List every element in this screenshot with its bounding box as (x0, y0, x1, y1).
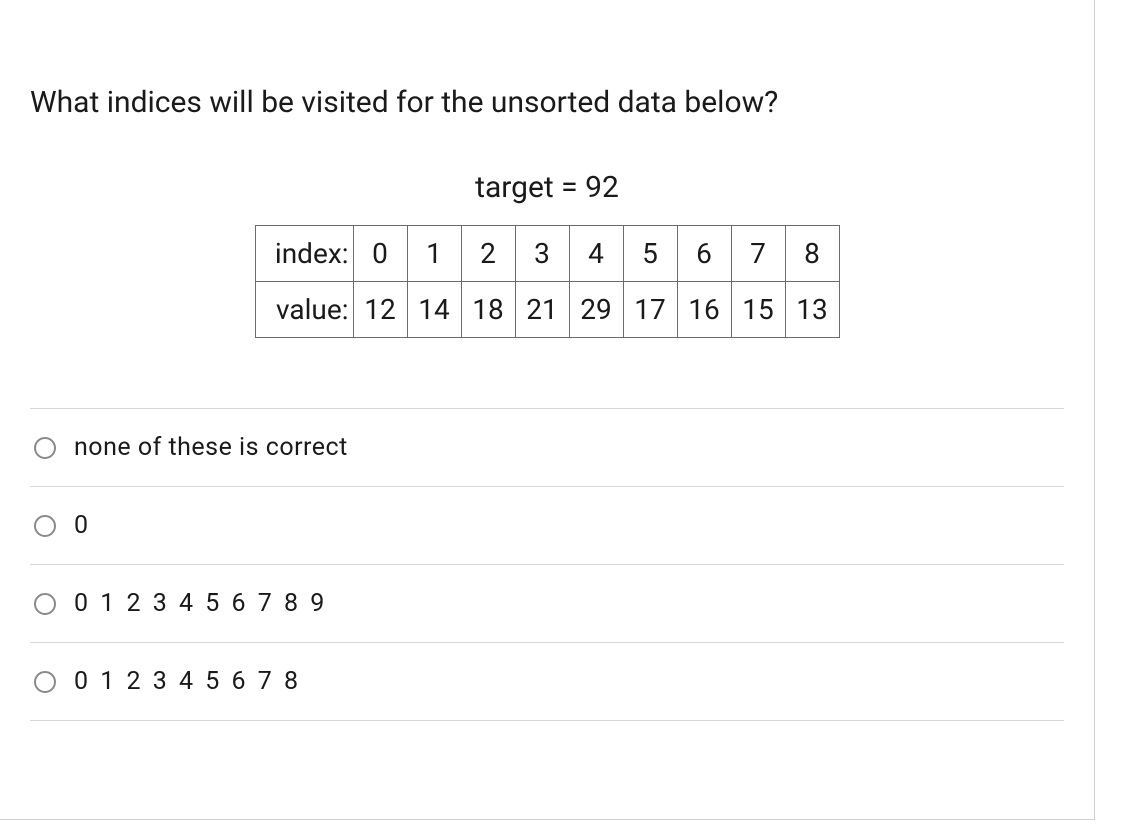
options-list: none of these is correct 0 0 1 2 3 4 5 6… (30, 408, 1064, 721)
index-cell: 1 (407, 226, 461, 282)
value-cell: 16 (677, 282, 731, 338)
value-cell: 29 (569, 282, 623, 338)
value-label: value: (255, 282, 353, 338)
index-cell: 7 (731, 226, 785, 282)
value-cell: 14 (407, 282, 461, 338)
option-1[interactable]: none of these is correct (30, 409, 1064, 487)
index-cell: 2 (461, 226, 515, 282)
option-4[interactable]: 0 1 2 3 4 5 6 7 8 (30, 643, 1064, 721)
target-text: target = 92 (30, 170, 1064, 205)
index-cell: 3 (515, 226, 569, 282)
index-cell: 5 (623, 226, 677, 282)
option-3[interactable]: 0 1 2 3 4 5 6 7 8 9 (30, 565, 1064, 643)
question-card: What indices will be visited for the uns… (0, 0, 1095, 820)
question-text: What indices will be visited for the uns… (30, 85, 1064, 120)
radio-icon[interactable] (34, 515, 56, 537)
radio-icon[interactable] (34, 671, 56, 693)
radio-icon[interactable] (34, 437, 56, 459)
value-cell: 12 (353, 282, 407, 338)
value-cell: 18 (461, 282, 515, 338)
option-label: 0 1 2 3 4 5 6 7 8 (74, 667, 301, 696)
index-cell: 8 (785, 226, 839, 282)
index-label: index: (255, 226, 353, 282)
index-cell: 6 (677, 226, 731, 282)
option-label: 0 1 2 3 4 5 6 7 8 9 (74, 589, 327, 618)
radio-icon[interactable] (34, 593, 56, 615)
value-cell: 15 (731, 282, 785, 338)
data-table: index: 0 1 2 3 4 5 6 7 8 value: 12 14 18… (255, 225, 840, 338)
index-cell: 0 (353, 226, 407, 282)
value-cell: 17 (623, 282, 677, 338)
value-cell: 21 (515, 282, 569, 338)
value-row: value: 12 14 18 21 29 17 16 15 13 (255, 282, 839, 338)
index-cell: 4 (569, 226, 623, 282)
option-label: none of these is correct (74, 433, 348, 462)
option-2[interactable]: 0 (30, 487, 1064, 565)
value-cell: 13 (785, 282, 839, 338)
index-row: index: 0 1 2 3 4 5 6 7 8 (255, 226, 839, 282)
option-label: 0 (74, 511, 89, 540)
data-table-wrap: index: 0 1 2 3 4 5 6 7 8 value: 12 14 18… (30, 225, 1064, 338)
